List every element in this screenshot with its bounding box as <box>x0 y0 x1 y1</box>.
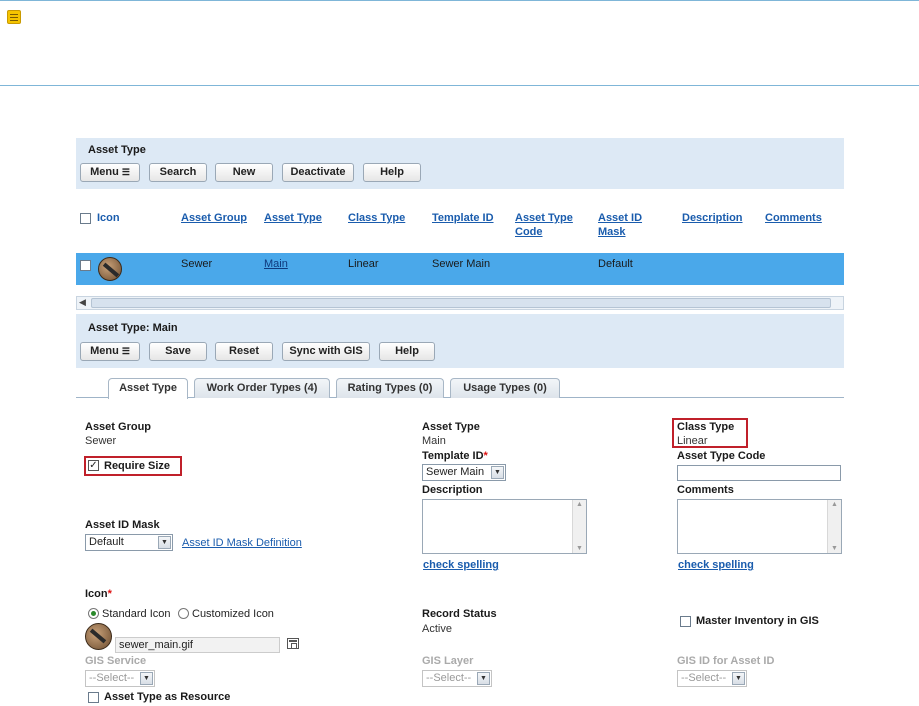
sync-gis-button[interactable]: Sync with GIS <box>282 342 370 361</box>
menu-caret-icon: ☰ <box>121 346 130 356</box>
browse-icon[interactable] <box>287 638 299 649</box>
record-status-value: Active <box>422 623 452 635</box>
gis-id-select[interactable]: --Select-- ▼ <box>677 670 747 687</box>
gis-service-label: GIS Service <box>85 655 147 667</box>
asset-group-label: Asset Group <box>85 421 152 433</box>
class-type-value: Linear <box>677 435 708 447</box>
dropdown-arrow-icon: ▼ <box>477 672 490 685</box>
textarea-scrollbar[interactable] <box>827 500 841 553</box>
sewer-main-icon <box>98 257 122 281</box>
help-button[interactable]: Help <box>363 163 421 182</box>
description-label: Description <box>422 484 483 496</box>
tab-bar: Asset Type Work Order Types (4) Rating T… <box>76 376 844 399</box>
standard-icon-label: Standard Icon <box>102 608 171 620</box>
cell-asset-type-link[interactable]: Main <box>264 258 288 270</box>
table-row[interactable]: Sewer Main Linear Sewer Main Default <box>76 253 844 285</box>
row-checkbox[interactable] <box>80 260 91 271</box>
col-asset-type[interactable]: Asset Type <box>264 211 322 225</box>
gis-layer-select[interactable]: --Select-- ▼ <box>422 670 492 687</box>
require-size-checkbox[interactable]: ✓ <box>88 460 99 471</box>
customized-icon-radio[interactable] <box>178 608 189 619</box>
panel-title: Asset Type <box>88 144 146 156</box>
template-id-label: Template ID* <box>422 450 488 462</box>
standard-icon-radio[interactable] <box>88 608 99 619</box>
sewer-main-icon-preview <box>85 623 112 650</box>
tab-rating-types[interactable]: Rating Types (0) <box>336 378 444 398</box>
deactivate-button[interactable]: Deactivate <box>282 163 354 182</box>
col-template-id[interactable]: Template ID <box>432 211 494 225</box>
scroll-thumb[interactable] <box>91 298 831 308</box>
detail-panel: Asset Type: Main Menu ☰ Save Reset Sync w… <box>76 314 844 368</box>
cell-asset-id-mask: Default <box>598 258 633 270</box>
col-class-type[interactable]: Class Type <box>348 211 405 225</box>
customized-icon-label: Customized Icon <box>192 608 274 620</box>
gis-layer-label: GIS Layer <box>422 655 474 667</box>
cell-asset-group: Sewer <box>181 258 213 270</box>
menu-caret-icon: ☰ <box>121 167 130 177</box>
comments-label: Comments <box>677 484 734 496</box>
asset-type-resource-checkbox[interactable] <box>88 692 99 703</box>
reset-button[interactable]: Reset <box>215 342 273 361</box>
textarea-scrollbar[interactable] <box>572 500 586 553</box>
select-all-checkbox[interactable] <box>80 213 91 224</box>
icon-label: Icon* <box>85 588 112 600</box>
note-bar <box>0 0 919 86</box>
detail-title: Asset Type: Main <box>88 322 178 334</box>
cell-template-id: Sewer Main <box>432 258 491 270</box>
col-comments[interactable]: Comments <box>765 211 822 225</box>
gis-service-select[interactable]: --Select-- ▼ <box>85 670 155 687</box>
search-button[interactable]: Search <box>149 163 207 182</box>
record-status-label: Record Status <box>422 608 497 620</box>
asset-type-panel: Asset Type Menu ☰ Search New Deactivate H… <box>76 138 844 189</box>
col-asset-group[interactable]: Asset Group <box>181 211 247 225</box>
dropdown-arrow-icon: ▼ <box>140 672 153 685</box>
class-type-label: Class Type <box>677 421 735 433</box>
tab-usage-types[interactable]: Usage Types (0) <box>450 378 560 398</box>
dropdown-arrow-icon: ▼ <box>491 466 504 479</box>
template-id-select[interactable]: Sewer Main ▼ <box>422 464 506 481</box>
require-size-label: Require Size <box>104 460 171 472</box>
new-button[interactable]: New <box>215 163 273 182</box>
asset-type-value: Main <box>422 435 446 447</box>
asset-id-mask-definition-link[interactable]: Asset ID Mask Definition <box>182 537 302 549</box>
scroll-left-icon[interactable]: ◀ <box>79 297 86 308</box>
asset-type-code-input[interactable] <box>677 465 841 481</box>
icon-file-input[interactable]: sewer_main.gif <box>115 637 280 653</box>
dropdown-arrow-icon: ▼ <box>158 536 171 549</box>
grid-header: Icon Asset Group Asset Type Class Type T… <box>76 201 844 253</box>
col-description[interactable]: Description <box>682 211 743 225</box>
horizontal-scrollbar[interactable]: ◀ <box>76 296 844 310</box>
save-button[interactable]: Save <box>149 342 207 361</box>
tab-work-order-types[interactable]: Work Order Types (4) <box>194 378 330 398</box>
description-check-spelling-link[interactable]: check spelling <box>423 559 499 571</box>
asset-group-value: Sewer <box>85 435 117 447</box>
menu-button[interactable]: Menu ☰ <box>80 163 140 182</box>
asset-id-mask-label: Asset ID Mask <box>85 519 160 531</box>
description-textarea[interactable] <box>422 499 587 554</box>
detail-help-button[interactable]: Help <box>379 342 435 361</box>
col-icon: Icon <box>97 212 120 224</box>
gis-id-label: GIS ID for Asset ID <box>677 655 775 667</box>
master-inventory-label: Master Inventory in GIS <box>696 615 819 627</box>
asset-id-mask-select[interactable]: Default ▼ <box>85 534 173 551</box>
col-asset-id-mask[interactable]: Asset ID Mask <box>598 211 658 239</box>
comments-check-spelling-link[interactable]: check spelling <box>678 559 754 571</box>
asset-type-code-label: Asset Type Code <box>677 450 766 462</box>
master-inventory-checkbox[interactable] <box>680 616 691 627</box>
col-asset-type-code[interactable]: Asset Type Code <box>515 211 585 239</box>
tab-asset-type[interactable]: Asset Type <box>108 378 188 399</box>
asset-type-label: Asset Type <box>422 421 480 433</box>
detail-menu-button[interactable]: Menu ☰ <box>80 342 140 361</box>
note-icon <box>7 10 21 24</box>
asset-type-resource-label: Asset Type as Resource <box>104 691 231 703</box>
comments-textarea[interactable] <box>677 499 842 554</box>
cell-class-type: Linear <box>348 258 379 270</box>
dropdown-arrow-icon: ▼ <box>732 672 745 685</box>
